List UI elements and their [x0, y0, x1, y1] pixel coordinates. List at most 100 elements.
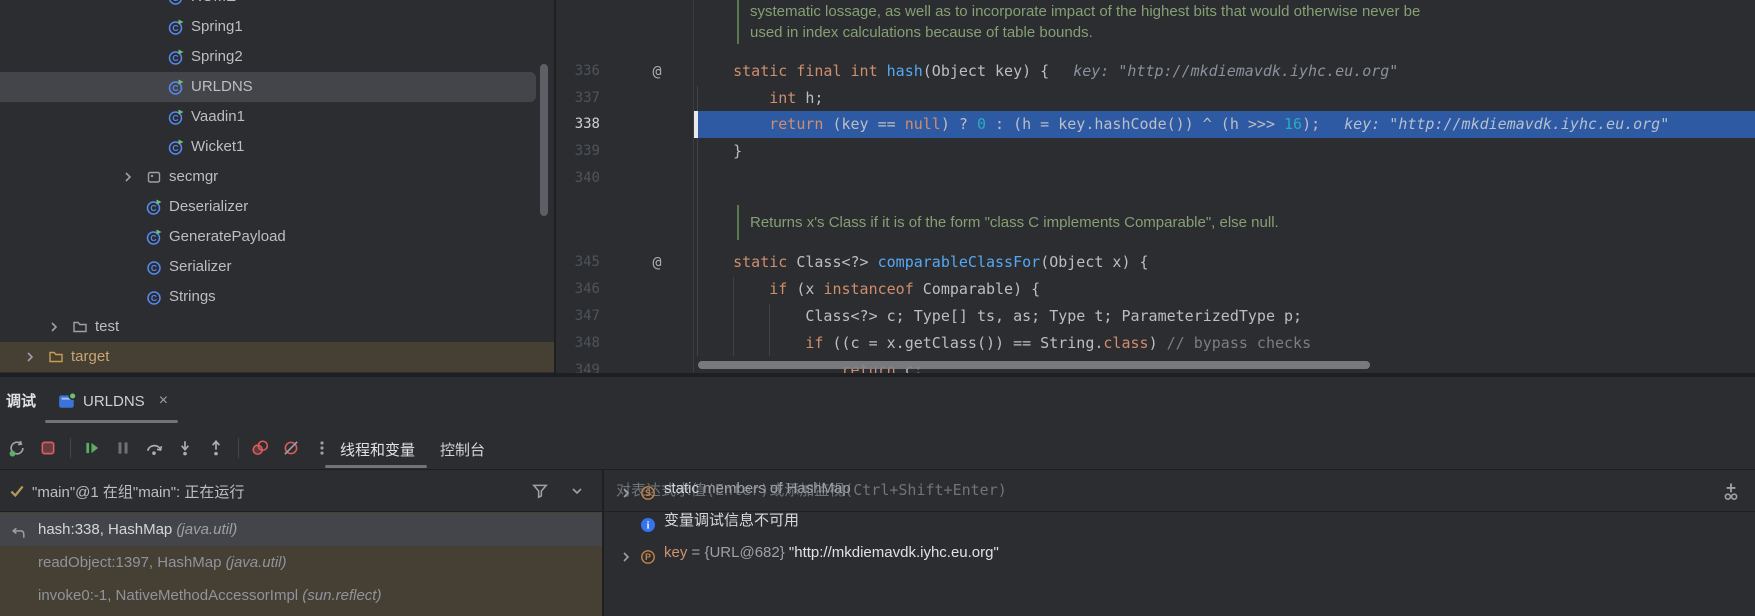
code-line-348[interactable]: 348 if ((c = x.getClass()) == String.cla… [556, 330, 1755, 357]
code-text: if (x instanceof Comparable) { [769, 279, 1041, 298]
step-into-button[interactable] [172, 435, 198, 461]
close-tab-icon[interactable]: × [159, 392, 168, 410]
tree-item-rome[interactable]: C ROME [0, 0, 554, 12]
svg-text:C: C [172, 113, 178, 123]
class-icon: C [146, 289, 162, 305]
doc-comment-line[interactable]: Returns x's Class if it is of the form "… [750, 212, 1279, 233]
annotation-gutter-icon[interactable]: @ [644, 58, 670, 85]
tree-item-label: Strings [169, 288, 216, 305]
doc-comment-line[interactable]: used in index calculations because of ta… [750, 22, 1093, 43]
line-number[interactable]: 339 [556, 138, 600, 165]
chevron-right-icon[interactable] [618, 545, 634, 562]
annotation-gutter-icon[interactable]: @ [644, 249, 670, 276]
code-line-336[interactable]: 336 @ static final int hash(Object key) {… [556, 58, 1755, 85]
stop-button[interactable] [35, 435, 61, 461]
variable-label: key = {URL@682} "http://mkdiemavdk.iyhc.… [664, 544, 999, 561]
rerun-debug-button[interactable] [4, 435, 30, 461]
tree-item-label: Spring1 [191, 18, 243, 35]
tree-item-deserializer[interactable]: C Deserializer [0, 192, 554, 222]
stack-frame-row[interactable]: readObject:1397, HashMap (java.util) [0, 546, 602, 579]
tree-item-secmgr[interactable]: secmgr [0, 162, 554, 192]
line-number[interactable]: 345 [556, 249, 600, 276]
code-line-337[interactable]: 337 int h; [556, 85, 1755, 112]
inline-debugger-hint: key: "http://mkdiemavdk.iyhc.eu.org" [1344, 115, 1670, 133]
svg-text:C: C [172, 0, 178, 3]
tree-item-spring2[interactable]: C Spring2 [0, 42, 554, 72]
variable-row[interactable]: i 变量调试信息不可用 [604, 505, 1755, 537]
code-text: } [697, 142, 743, 160]
chevron-down-icon[interactable] [569, 483, 585, 499]
line-number[interactable]: 349 [556, 357, 600, 374]
class-icon: C [168, 0, 184, 5]
thread-running-check-icon [8, 482, 26, 500]
stack-frame-row[interactable]: invoke0:-1, NativeMethodAccessorImpl (su… [0, 579, 602, 612]
folder-icon [48, 349, 64, 365]
thread-label: "main"@1 在组"main": 正在运行 [32, 484, 245, 501]
chevron-right-icon[interactable] [120, 169, 136, 185]
chevron-right-icon[interactable] [618, 481, 634, 498]
variables-pane: 对表达式求值(Enter)或添加监视(Ctrl+Shift+Enter) Sst… [602, 470, 1755, 616]
svg-text:C: C [172, 23, 178, 33]
stack-frame-row[interactable]: invoke:62, NativeMethodAccessorImpl (sun… [0, 612, 602, 616]
info-icon: i [640, 513, 656, 532]
step-out-button[interactable] [203, 435, 229, 461]
tree-item-generatepayload[interactable]: C GeneratePayload [0, 222, 554, 252]
line-number[interactable]: 340 [556, 165, 600, 192]
line-number[interactable]: 336 [556, 58, 600, 85]
tree-item-urldns[interactable]: C URLDNS [0, 72, 536, 102]
line-number[interactable]: 337 [556, 85, 600, 112]
code-line-339[interactable]: 339 } [556, 138, 1755, 165]
tree-item-serializer[interactable]: C Serializer [0, 252, 554, 282]
code-text: static final int hash(Object key) {key: … [697, 62, 1399, 80]
debug-session-tab[interactable]: URLDNS × [58, 384, 168, 418]
line-number[interactable]: 338 [556, 111, 600, 138]
svg-text:C: C [150, 203, 156, 213]
folder-icon [72, 319, 88, 335]
code-editor[interactable]: systematic lossage, as well as to incorp… [556, 0, 1755, 373]
editor-horizontal-scrollbar[interactable] [698, 361, 1370, 369]
variable-row[interactable]: Pkey = {URL@682} "http://mkdiemavdk.iyhc… [604, 537, 1755, 569]
tree-item-strings[interactable]: C Strings [0, 282, 554, 312]
code-line-340[interactable]: 340 [556, 165, 1755, 192]
resume-button[interactable] [79, 435, 105, 461]
doc-comment-line[interactable]: systematic lossage, as well as to incorp… [750, 1, 1420, 22]
mute-breakpoints-button[interactable] [278, 435, 304, 461]
chevron-right-icon[interactable] [46, 319, 62, 335]
step-out-icon [207, 439, 225, 457]
thread-row[interactable]: "main"@1 在组"main": 正在运行 [0, 470, 602, 512]
static-members-icon: S [640, 481, 656, 500]
filter-icon[interactable] [531, 482, 549, 500]
frames-list: hash:338, HashMap (java.util) readObject:… [0, 512, 602, 616]
tree-item-label: ROME [191, 0, 236, 7]
doc-comment-bar [737, 205, 739, 240]
code-line-346[interactable]: 346 if (x instanceof Comparable) { [556, 276, 1755, 303]
line-number[interactable]: 348 [556, 330, 600, 357]
tab-threads-and-variables[interactable]: 线程和变量 [340, 439, 415, 460]
resume-icon [83, 439, 101, 457]
line-number[interactable]: 346 [556, 276, 600, 303]
svg-text:C: C [172, 83, 178, 93]
variable-row[interactable]: Sstatic members of HashMap [604, 473, 1755, 505]
svg-text:C: C [172, 53, 178, 63]
line-number[interactable]: 347 [556, 303, 600, 330]
pause-button[interactable] [110, 435, 136, 461]
toolbar-separator [70, 438, 71, 458]
code-line-347[interactable]: 347 Class<?> c; Type[] ts, as; Type t; P… [556, 303, 1755, 330]
frame-label: invoke:62, NativeMethodAccessorImpl (sun… [38, 612, 377, 616]
code-line-338[interactable]: 338 return (key == null) ? 0 : (h = key.… [556, 111, 1755, 138]
tree-item-spring1[interactable]: C Spring1 [0, 12, 554, 42]
chevron-right-icon[interactable] [22, 349, 38, 365]
step-over-button[interactable] [141, 435, 167, 461]
more-options-button[interactable] [309, 435, 335, 461]
tree-item-test[interactable]: test [0, 312, 554, 342]
code-line-345[interactable]: 345 @ static Class<?> comparableClassFor(… [556, 249, 1755, 276]
stack-frame-row[interactable]: hash:338, HashMap (java.util) [0, 512, 602, 546]
class-icon: C [146, 259, 162, 275]
view-breakpoints-button[interactable] [247, 435, 273, 461]
tree-item-wicket1[interactable]: C Wicket1 [0, 132, 554, 162]
stop-icon [39, 439, 57, 457]
tree-item-vaadin1[interactable]: C Vaadin1 [0, 102, 554, 132]
tab-console[interactable]: 控制台 [440, 439, 485, 460]
project-tree-scrollbar[interactable] [540, 64, 548, 216]
tree-item-target[interactable]: target [0, 342, 554, 372]
